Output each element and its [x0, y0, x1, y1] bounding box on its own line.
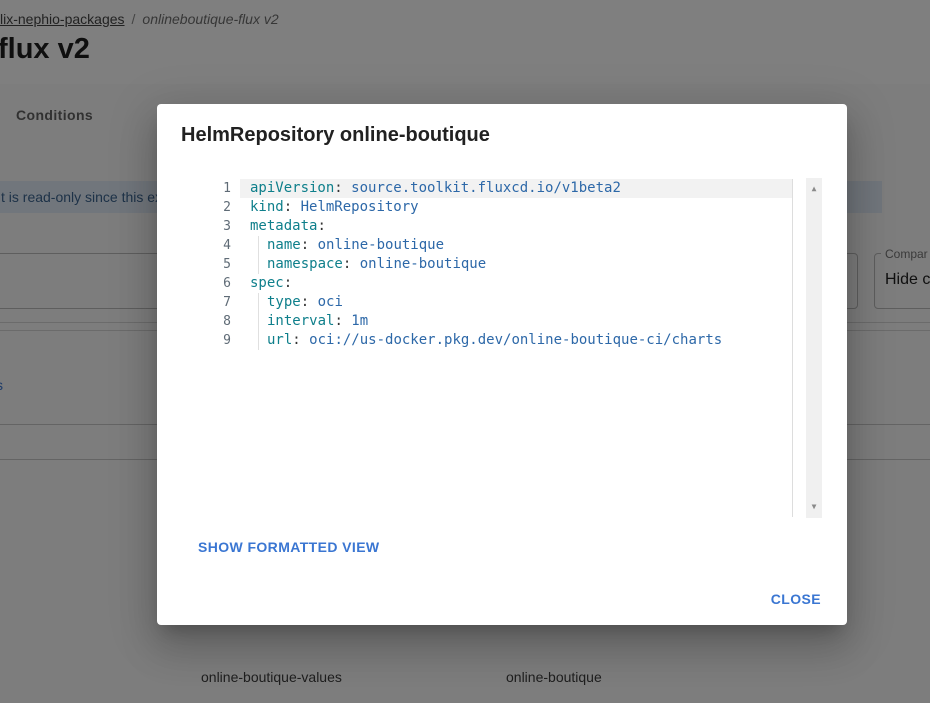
- line-number: 9: [207, 331, 240, 350]
- code-line: kind: HelmRepository: [240, 198, 792, 217]
- close-button[interactable]: CLOSE: [771, 591, 821, 607]
- line-number: 3: [207, 217, 240, 236]
- show-formatted-view-button[interactable]: SHOW FORMATTED VIEW: [198, 539, 380, 555]
- editor-scrollbar[interactable]: ▲ ▼: [806, 178, 822, 518]
- dialog-title: HelmRepository online-boutique: [181, 124, 490, 147]
- scroll-up-icon[interactable]: ▲: [806, 183, 822, 195]
- line-number: 6: [207, 274, 240, 293]
- line-number: 5: [207, 255, 240, 274]
- code-line: spec:: [240, 274, 792, 293]
- code-line: type: oci: [240, 293, 792, 312]
- line-number: 2: [207, 198, 240, 217]
- yaml-editor[interactable]: 123456789 apiVersion: source.toolkit.flu…: [207, 178, 822, 518]
- line-number: 1: [207, 179, 240, 198]
- code-line: interval: 1m: [240, 312, 792, 331]
- code-line: namespace: online-boutique: [240, 255, 792, 274]
- helmrepository-dialog: HelmRepository online-boutique 123456789…: [157, 104, 847, 625]
- code-line: url: oci://us-docker.pkg.dev/online-bout…: [240, 331, 792, 350]
- editor-code: apiVersion: source.toolkit.fluxcd.io/v1b…: [240, 179, 793, 517]
- code-line: name: online-boutique: [240, 236, 792, 255]
- screen: lix-nephio-packages/onlineboutique-flux …: [0, 0, 930, 703]
- line-number: 7: [207, 293, 240, 312]
- code-line: metadata:: [240, 217, 792, 236]
- editor-gutter: 123456789: [207, 179, 240, 350]
- line-number: 8: [207, 312, 240, 331]
- line-number: 4: [207, 236, 240, 255]
- code-line: apiVersion: source.toolkit.fluxcd.io/v1b…: [240, 179, 792, 198]
- scroll-down-icon[interactable]: ▼: [806, 501, 822, 513]
